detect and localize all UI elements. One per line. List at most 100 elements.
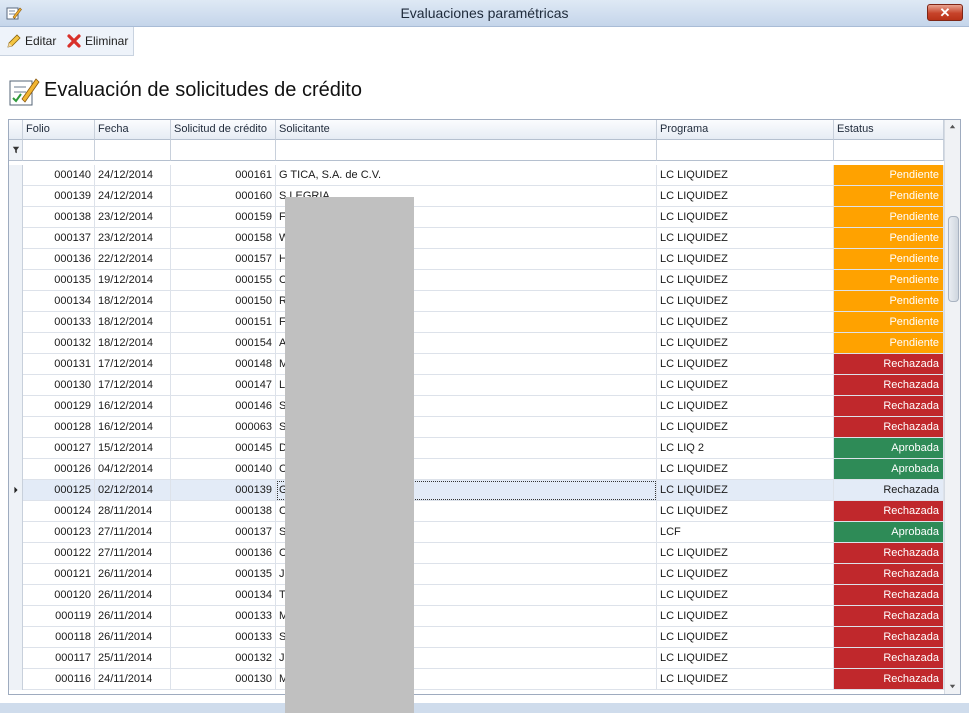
cell-programa[interactable]: LC LIQUIDEZ xyxy=(657,396,834,417)
cell-programa[interactable]: LC LIQUIDEZ xyxy=(657,417,834,438)
status-badge[interactable]: Pendiente xyxy=(834,291,944,312)
cell-fecha[interactable]: 27/11/2014 xyxy=(95,543,171,564)
cell-programa[interactable]: LC LIQUIDEZ xyxy=(657,165,834,186)
status-badge[interactable]: Rechazada xyxy=(834,606,944,627)
cell-folio[interactable]: 000138 xyxy=(23,207,95,228)
scroll-up-icon[interactable] xyxy=(948,122,957,131)
cell-solicitud[interactable]: 000130 xyxy=(171,669,276,690)
cell-solicitud[interactable]: 000145 xyxy=(171,438,276,459)
cell-solicitud[interactable]: 000135 xyxy=(171,564,276,585)
status-badge[interactable]: Pendiente xyxy=(834,333,944,354)
status-badge[interactable]: Rechazada xyxy=(834,375,944,396)
edit-button[interactable]: Editar xyxy=(6,32,56,50)
cell-folio[interactable]: 000134 xyxy=(23,291,95,312)
row-indicator[interactable] xyxy=(9,459,23,480)
cell-programa[interactable]: LC LIQUIDEZ xyxy=(657,606,834,627)
row-indicator[interactable] xyxy=(9,501,23,522)
table-row[interactable]: 00012126/11/2014000135J LinaresLC LIQUID… xyxy=(9,564,944,585)
row-indicator[interactable] xyxy=(9,480,23,501)
row-indicator[interactable] xyxy=(9,312,23,333)
cell-fecha[interactable]: 15/12/2014 xyxy=(95,438,171,459)
cell-solicitud[interactable]: 000157 xyxy=(171,249,276,270)
cell-programa[interactable]: LC LIQUIDEZ xyxy=(657,249,834,270)
column-header-solicitante[interactable]: Solicitante xyxy=(276,120,657,140)
status-badge[interactable]: Rechazada xyxy=(834,543,944,564)
cell-solicitud[interactable]: 000134 xyxy=(171,585,276,606)
cell-fecha[interactable]: 18/12/2014 xyxy=(95,291,171,312)
cell-folio[interactable]: 000131 xyxy=(23,354,95,375)
cell-programa[interactable]: LC LIQ 2 xyxy=(657,438,834,459)
cell-folio[interactable]: 000118 xyxy=(23,627,95,648)
cell-solicitud[interactable]: 000151 xyxy=(171,312,276,333)
filter-fecha[interactable] xyxy=(95,140,171,161)
status-badge[interactable]: Rechazada xyxy=(834,396,944,417)
cell-solicitud[interactable]: 000154 xyxy=(171,333,276,354)
table-row[interactable]: 00013622/12/2014000157H SA DE CVLC LIQUI… xyxy=(9,249,944,270)
cell-folio[interactable]: 000119 xyxy=(23,606,95,627)
cell-programa[interactable]: LC LIQUIDEZ xyxy=(657,648,834,669)
row-indicator[interactable] xyxy=(9,669,23,690)
status-badge[interactable]: Rechazada xyxy=(834,564,944,585)
status-badge[interactable]: Rechazada xyxy=(834,480,944,501)
table-row[interactable]: 00011725/11/2014000132J aLC LIQUIDEZRech… xyxy=(9,648,944,669)
cell-fecha[interactable]: 19/12/2014 xyxy=(95,270,171,291)
row-indicator[interactable] xyxy=(9,186,23,207)
cell-programa[interactable]: LC LIQUIDEZ xyxy=(657,669,834,690)
status-badge[interactable]: Pendiente xyxy=(834,249,944,270)
cell-fecha[interactable]: 04/12/2014 xyxy=(95,459,171,480)
table-row[interactable]: 00012916/12/2014000146S EL PACIFICOLC LI… xyxy=(9,396,944,417)
cell-solicitud[interactable]: 000158 xyxy=(171,228,276,249)
table-row[interactable]: 00012715/12/2014000145D DE C.V.LC LIQ 2A… xyxy=(9,438,944,459)
cell-folio[interactable]: 000117 xyxy=(23,648,95,669)
status-badge[interactable]: Pendiente xyxy=(834,207,944,228)
cell-folio[interactable]: 000122 xyxy=(23,543,95,564)
row-indicator[interactable] xyxy=(9,606,23,627)
cell-programa[interactable]: LC LIQUIDEZ xyxy=(657,291,834,312)
row-indicator[interactable] xyxy=(9,165,23,186)
status-badge[interactable]: Aprobada xyxy=(834,459,944,480)
row-indicator[interactable] xyxy=(9,375,23,396)
column-header-folio[interactable]: Folio xyxy=(23,120,95,140)
cell-fecha[interactable]: 22/12/2014 xyxy=(95,249,171,270)
filter-folio[interactable] xyxy=(23,140,95,161)
row-indicator[interactable] xyxy=(9,585,23,606)
scroll-down-icon[interactable] xyxy=(948,682,957,691)
table-row[interactable]: 00013723/12/2014000158WLC LIQUIDEZPendie… xyxy=(9,228,944,249)
table-row[interactable]: 00012428/11/2014000138C MAK ACLC LIQUIDE… xyxy=(9,501,944,522)
cell-solicitud[interactable]: 000132 xyxy=(171,648,276,669)
cell-folio[interactable]: 000126 xyxy=(23,459,95,480)
cell-folio[interactable]: 000121 xyxy=(23,564,95,585)
close-button[interactable]: ✕ xyxy=(927,4,963,21)
cell-folio[interactable]: 000130 xyxy=(23,375,95,396)
row-indicator[interactable] xyxy=(9,270,23,291)
delete-button[interactable]: Eliminar xyxy=(66,32,128,50)
cell-fecha[interactable]: 24/12/2014 xyxy=(95,165,171,186)
cell-folio[interactable]: 000139 xyxy=(23,186,95,207)
cell-fecha[interactable]: 18/12/2014 xyxy=(95,312,171,333)
status-badge[interactable]: Aprobada xyxy=(834,438,944,459)
cell-programa[interactable]: LC LIQUIDEZ xyxy=(657,354,834,375)
filter-solicitud[interactable] xyxy=(171,140,276,161)
cell-fecha[interactable]: 26/11/2014 xyxy=(95,606,171,627)
cell-programa[interactable]: LC LIQUIDEZ xyxy=(657,564,834,585)
cell-fecha[interactable]: 18/12/2014 xyxy=(95,333,171,354)
row-indicator[interactable] xyxy=(9,543,23,564)
cell-solicitud[interactable]: 000133 xyxy=(171,606,276,627)
cell-solicitud[interactable]: 000155 xyxy=(171,270,276,291)
cell-fecha[interactable]: 27/11/2014 xyxy=(95,522,171,543)
cell-fecha[interactable]: 28/11/2014 xyxy=(95,501,171,522)
cell-programa[interactable]: LC LIQUIDEZ xyxy=(657,585,834,606)
status-badge[interactable]: Pendiente xyxy=(834,165,944,186)
cell-solicitud[interactable]: 000159 xyxy=(171,207,276,228)
cell-programa[interactable]: LC LIQUIDEZ xyxy=(657,627,834,648)
cell-programa[interactable]: LCF xyxy=(657,522,834,543)
cell-fecha[interactable]: 26/11/2014 xyxy=(95,627,171,648)
row-indicator[interactable] xyxy=(9,249,23,270)
cell-fecha[interactable]: 24/12/2014 xyxy=(95,186,171,207)
cell-folio[interactable]: 000123 xyxy=(23,522,95,543)
table-row[interactable]: 00012026/11/2014000134T ubterraneas S.A.… xyxy=(9,585,944,606)
cell-solicitud[interactable]: 000136 xyxy=(171,543,276,564)
row-indicator[interactable] xyxy=(9,627,23,648)
row-indicator[interactable] xyxy=(9,333,23,354)
cell-programa[interactable]: LC LIQUIDEZ xyxy=(657,186,834,207)
